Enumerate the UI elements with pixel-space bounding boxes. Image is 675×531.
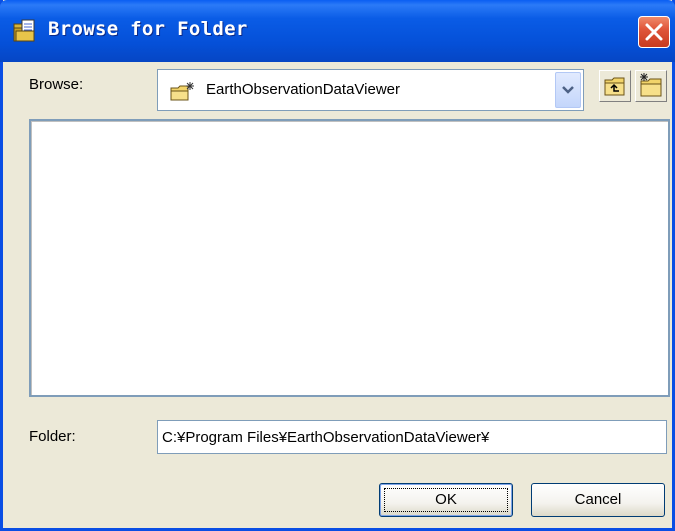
title-bar[interactable]: Browse for Folder <box>0 0 675 62</box>
chevron-down-icon <box>556 86 580 111</box>
browse-for-folder-dialog: Browse for Folder Browse: EarthObservati… <box>0 0 675 531</box>
window-title: Browse for Folder <box>48 18 248 40</box>
new-folder-icon <box>636 73 666 105</box>
folder-icon <box>12 18 38 44</box>
up-folder-icon <box>600 77 630 105</box>
browse-location-dropdown[interactable]: EarthObservationDataViewer <box>157 69 584 111</box>
folder-label: Folder: <box>29 428 76 445</box>
browse-selected-value: EarthObservationDataViewer <box>206 81 400 98</box>
dropdown-toggle-button[interactable] <box>555 72 581 108</box>
folder-icon <box>170 80 196 102</box>
browse-label: Browse: <box>29 76 84 93</box>
ok-button[interactable]: OK <box>379 483 513 517</box>
close-button[interactable] <box>638 16 670 48</box>
folder-path-input[interactable] <box>157 420 667 454</box>
ok-button-label: OK <box>435 491 457 508</box>
close-icon <box>639 23 669 51</box>
new-folder-button[interactable] <box>635 70 667 102</box>
folder-tree-view[interactable] <box>29 119 670 397</box>
cancel-button[interactable]: Cancel <box>531 483 665 517</box>
up-one-level-button[interactable] <box>599 70 631 102</box>
cancel-button-label: Cancel <box>574 491 622 508</box>
